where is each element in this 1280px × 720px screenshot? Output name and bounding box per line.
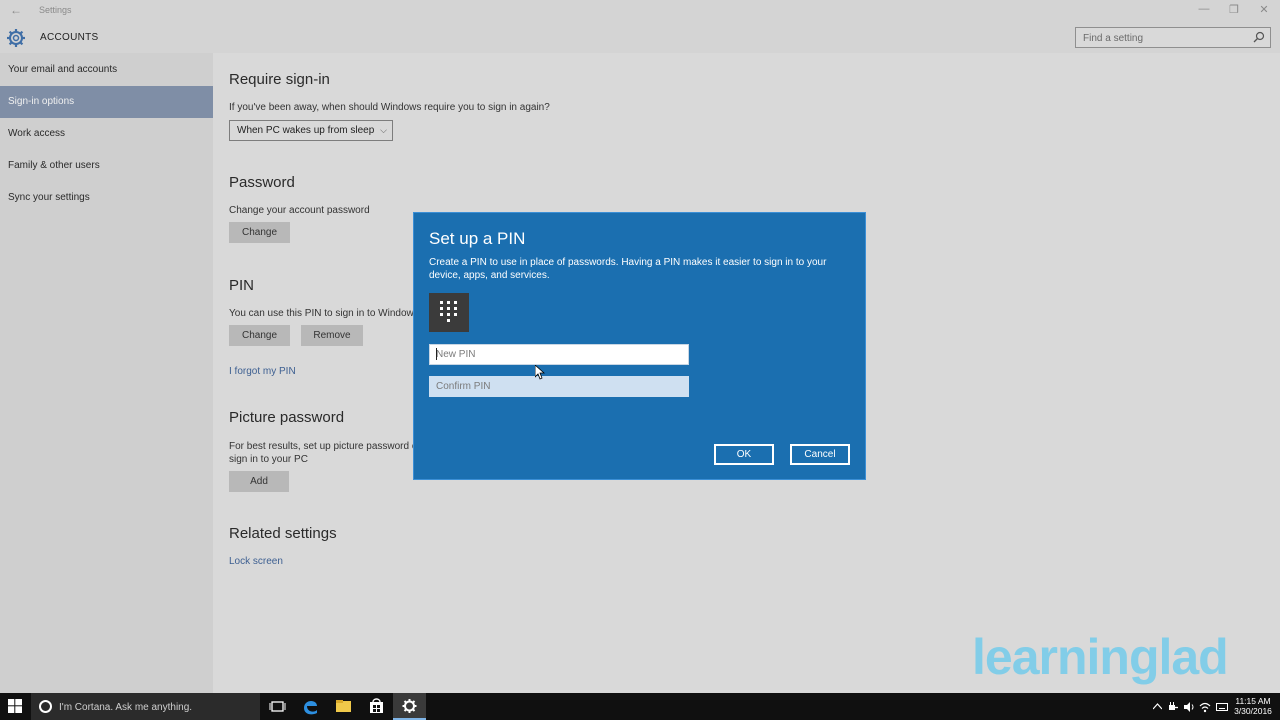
cortana-icon (39, 700, 52, 713)
sidebar-item-family-users[interactable]: Family & other users (0, 150, 213, 182)
ok-button[interactable]: OK (714, 444, 774, 465)
picture-password-desc-line2: sign in to your PC (229, 454, 308, 465)
search-box[interactable] (1075, 27, 1271, 48)
sidebar-item-work-access[interactable]: Work access (0, 118, 213, 150)
cortana-search-box[interactable]: I'm Cortana. Ask me anything. (31, 693, 260, 720)
clock[interactable]: 11:15 AM 3/30/2016 (1234, 696, 1272, 716)
keyboard-icon[interactable] (1216, 701, 1228, 713)
watermark-logo: learninglad (972, 629, 1229, 685)
confirm-pin-input[interactable] (429, 376, 689, 397)
keypad-icon (429, 293, 469, 332)
windows-start-icon[interactable] (8, 699, 22, 713)
file-explorer-icon[interactable] (327, 693, 360, 720)
close-icon[interactable]: ✕ (1256, 3, 1272, 16)
picture-password-add-button[interactable]: Add (229, 471, 289, 492)
search-input[interactable] (1076, 29, 1246, 48)
cortana-text: I'm Cortana. Ask me anything. (59, 702, 193, 713)
settings-icon[interactable] (393, 693, 426, 720)
taskbar: I'm Cortana. Ask me anything. 11:15 AM 3… (0, 693, 1280, 720)
sidebar-item-email-accounts[interactable]: Your email and accounts (0, 54, 213, 86)
pin-desc: You can use this PIN to sign in to Windo… (229, 308, 413, 319)
pin-heading: PIN (229, 277, 255, 294)
mouse-pointer-icon (535, 365, 545, 380)
title-bar: ← Settings — ❐ ✕ (0, 0, 1280, 22)
chevron-down-icon: ⌵ (380, 125, 387, 135)
dialog-title: Set up a PIN (429, 229, 526, 248)
network-icon[interactable] (1199, 701, 1211, 713)
sidebar: Your email and accounts Sign-in options … (0, 53, 213, 693)
pin-change-button[interactable]: Change (229, 325, 290, 346)
settings-header: ACCOUNTS (0, 22, 1280, 53)
forgot-pin-link[interactable]: I forgot my PIN (229, 366, 296, 377)
password-heading: Password (229, 174, 295, 191)
pin-remove-button[interactable]: Remove (301, 325, 363, 346)
setup-pin-dialog: Set up a PIN Create a PIN to use in plac… (413, 212, 866, 480)
gear-icon (7, 29, 25, 47)
picture-password-desc-line1: For best results, set up picture passwor… (229, 441, 413, 452)
related-settings-heading: Related settings (229, 525, 337, 542)
dropdown-value: When PC wakes up from sleep (237, 125, 375, 136)
lock-screen-link[interactable]: Lock screen (229, 556, 283, 567)
power-plug-icon[interactable] (1167, 701, 1179, 713)
back-arrow-icon[interactable]: ← (10, 3, 22, 17)
window-title: Settings (39, 5, 72, 15)
sidebar-item-sync-settings[interactable]: Sync your settings (0, 182, 213, 214)
cancel-button[interactable]: Cancel (790, 444, 850, 465)
speaker-icon[interactable] (1183, 701, 1195, 713)
show-hidden-icons-chevron-icon[interactable] (1153, 703, 1162, 710)
sidebar-item-sign-in-options[interactable]: Sign-in options (0, 86, 213, 118)
search-icon[interactable] (1253, 31, 1265, 43)
store-icon[interactable] (360, 693, 393, 720)
picture-password-heading: Picture password (229, 409, 345, 426)
clock-time: 11:15 AM (1235, 696, 1271, 706)
require-signin-heading: Require sign-in (229, 71, 330, 88)
password-change-button[interactable]: Change (229, 222, 290, 243)
clock-date: 3/30/2016 (1234, 706, 1272, 716)
task-view-icon[interactable] (261, 693, 294, 720)
require-signin-dropdown[interactable]: When PC wakes up from sleep ⌵ (229, 120, 393, 141)
new-pin-input[interactable] (429, 344, 689, 365)
password-desc: Change your account password (229, 205, 370, 216)
edge-icon[interactable] (294, 693, 327, 720)
require-signin-desc: If you've been away, when should Windows… (229, 102, 550, 113)
text-caret (436, 348, 437, 360)
dialog-description: Create a PIN to use in place of password… (429, 257, 827, 281)
minimize-icon[interactable]: — (1196, 3, 1212, 15)
page-title: ACCOUNTS (40, 32, 99, 43)
restore-icon[interactable]: ❐ (1226, 3, 1242, 16)
